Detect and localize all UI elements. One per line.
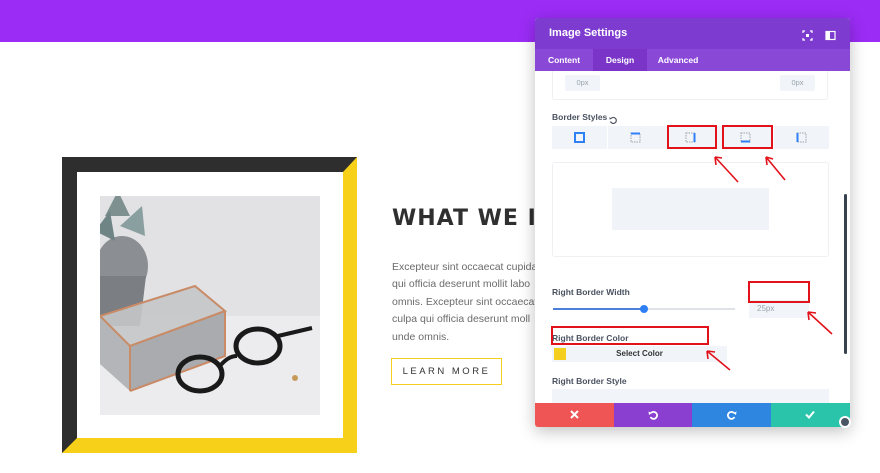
discard-button[interactable] — [535, 403, 614, 427]
right-border-style-label: Right Border Style — [552, 376, 627, 386]
undo-icon — [648, 410, 658, 420]
save-button[interactable] — [771, 403, 850, 427]
border-left-option[interactable] — [774, 126, 829, 149]
paragraph-line: omnis. Excepteur sint occaecat — [392, 295, 538, 308]
tab-content[interactable]: Content — [535, 49, 593, 71]
undo-button[interactable] — [614, 403, 692, 427]
modal-body: 0px 0px Border Styles Right Border Width… — [535, 71, 850, 403]
right-border-width-label: Right Border Width — [552, 287, 630, 297]
close-icon — [570, 410, 579, 419]
highlight-select-color — [551, 326, 709, 345]
highlight-width-input — [748, 281, 810, 303]
right-border-style-select[interactable] — [552, 389, 829, 403]
spacing-input-right[interactable]: 0px — [780, 75, 815, 91]
select-color-button[interactable]: Select Color — [552, 346, 727, 362]
image-settings-modal: Image Settings Content Design Advanced 0… — [535, 18, 850, 427]
check-icon — [805, 410, 815, 419]
resize-handle[interactable] — [839, 416, 851, 428]
highlight-bottom-border-option — [722, 125, 773, 149]
paragraph-line: Excepteur sint occaecat cupidat — [392, 261, 541, 273]
paragraph-line: qui officia deserunt mollit labo — [392, 278, 531, 291]
highlight-right-border-option — [667, 125, 717, 149]
modal-header: Image Settings — [535, 18, 850, 49]
reset-icon[interactable] — [609, 112, 618, 124]
paragraph-line: unde omnis. — [392, 330, 450, 343]
border-styles-label: Border Styles — [552, 112, 608, 122]
section-heading: WHAT WE I — [392, 206, 537, 231]
border-top-option[interactable] — [608, 126, 663, 149]
modal-footer — [535, 403, 850, 427]
border-preview-element — [612, 188, 769, 230]
section-paragraph: Excepteur sint occaecat cupidat qui offi… — [392, 259, 542, 346]
border-all-option[interactable] — [552, 126, 607, 149]
border-preview-box — [552, 162, 829, 257]
slider-fill — [553, 308, 644, 310]
modal-scrollbar[interactable] — [844, 194, 847, 354]
learn-more-button[interactable]: LEARN MORE — [391, 358, 502, 385]
paragraph-line: culpa qui officia deserunt moll — [392, 313, 531, 326]
redo-button[interactable] — [692, 403, 771, 427]
tab-advanced[interactable]: Advanced — [647, 49, 709, 71]
tab-design[interactable]: Design — [593, 49, 647, 71]
color-swatch[interactable] — [554, 348, 566, 360]
slider-handle[interactable] — [640, 305, 648, 313]
product-photo — [100, 196, 320, 415]
fullscreen-icon[interactable] — [802, 28, 813, 41]
right-border-width-slider[interactable] — [553, 305, 735, 313]
select-color-label: Select Color — [616, 349, 663, 358]
modal-title: Image Settings — [549, 27, 628, 39]
redo-icon — [727, 410, 737, 420]
spacing-input-left[interactable]: 0px — [565, 75, 600, 91]
sidebar-toggle-icon[interactable] — [825, 28, 836, 41]
page: WHAT WE I Excepteur sint occaecat cupida… — [0, 0, 880, 473]
corner-settings-box: 0px 0px — [552, 71, 828, 100]
modal-tabs: Content Design Advanced — [535, 49, 850, 71]
